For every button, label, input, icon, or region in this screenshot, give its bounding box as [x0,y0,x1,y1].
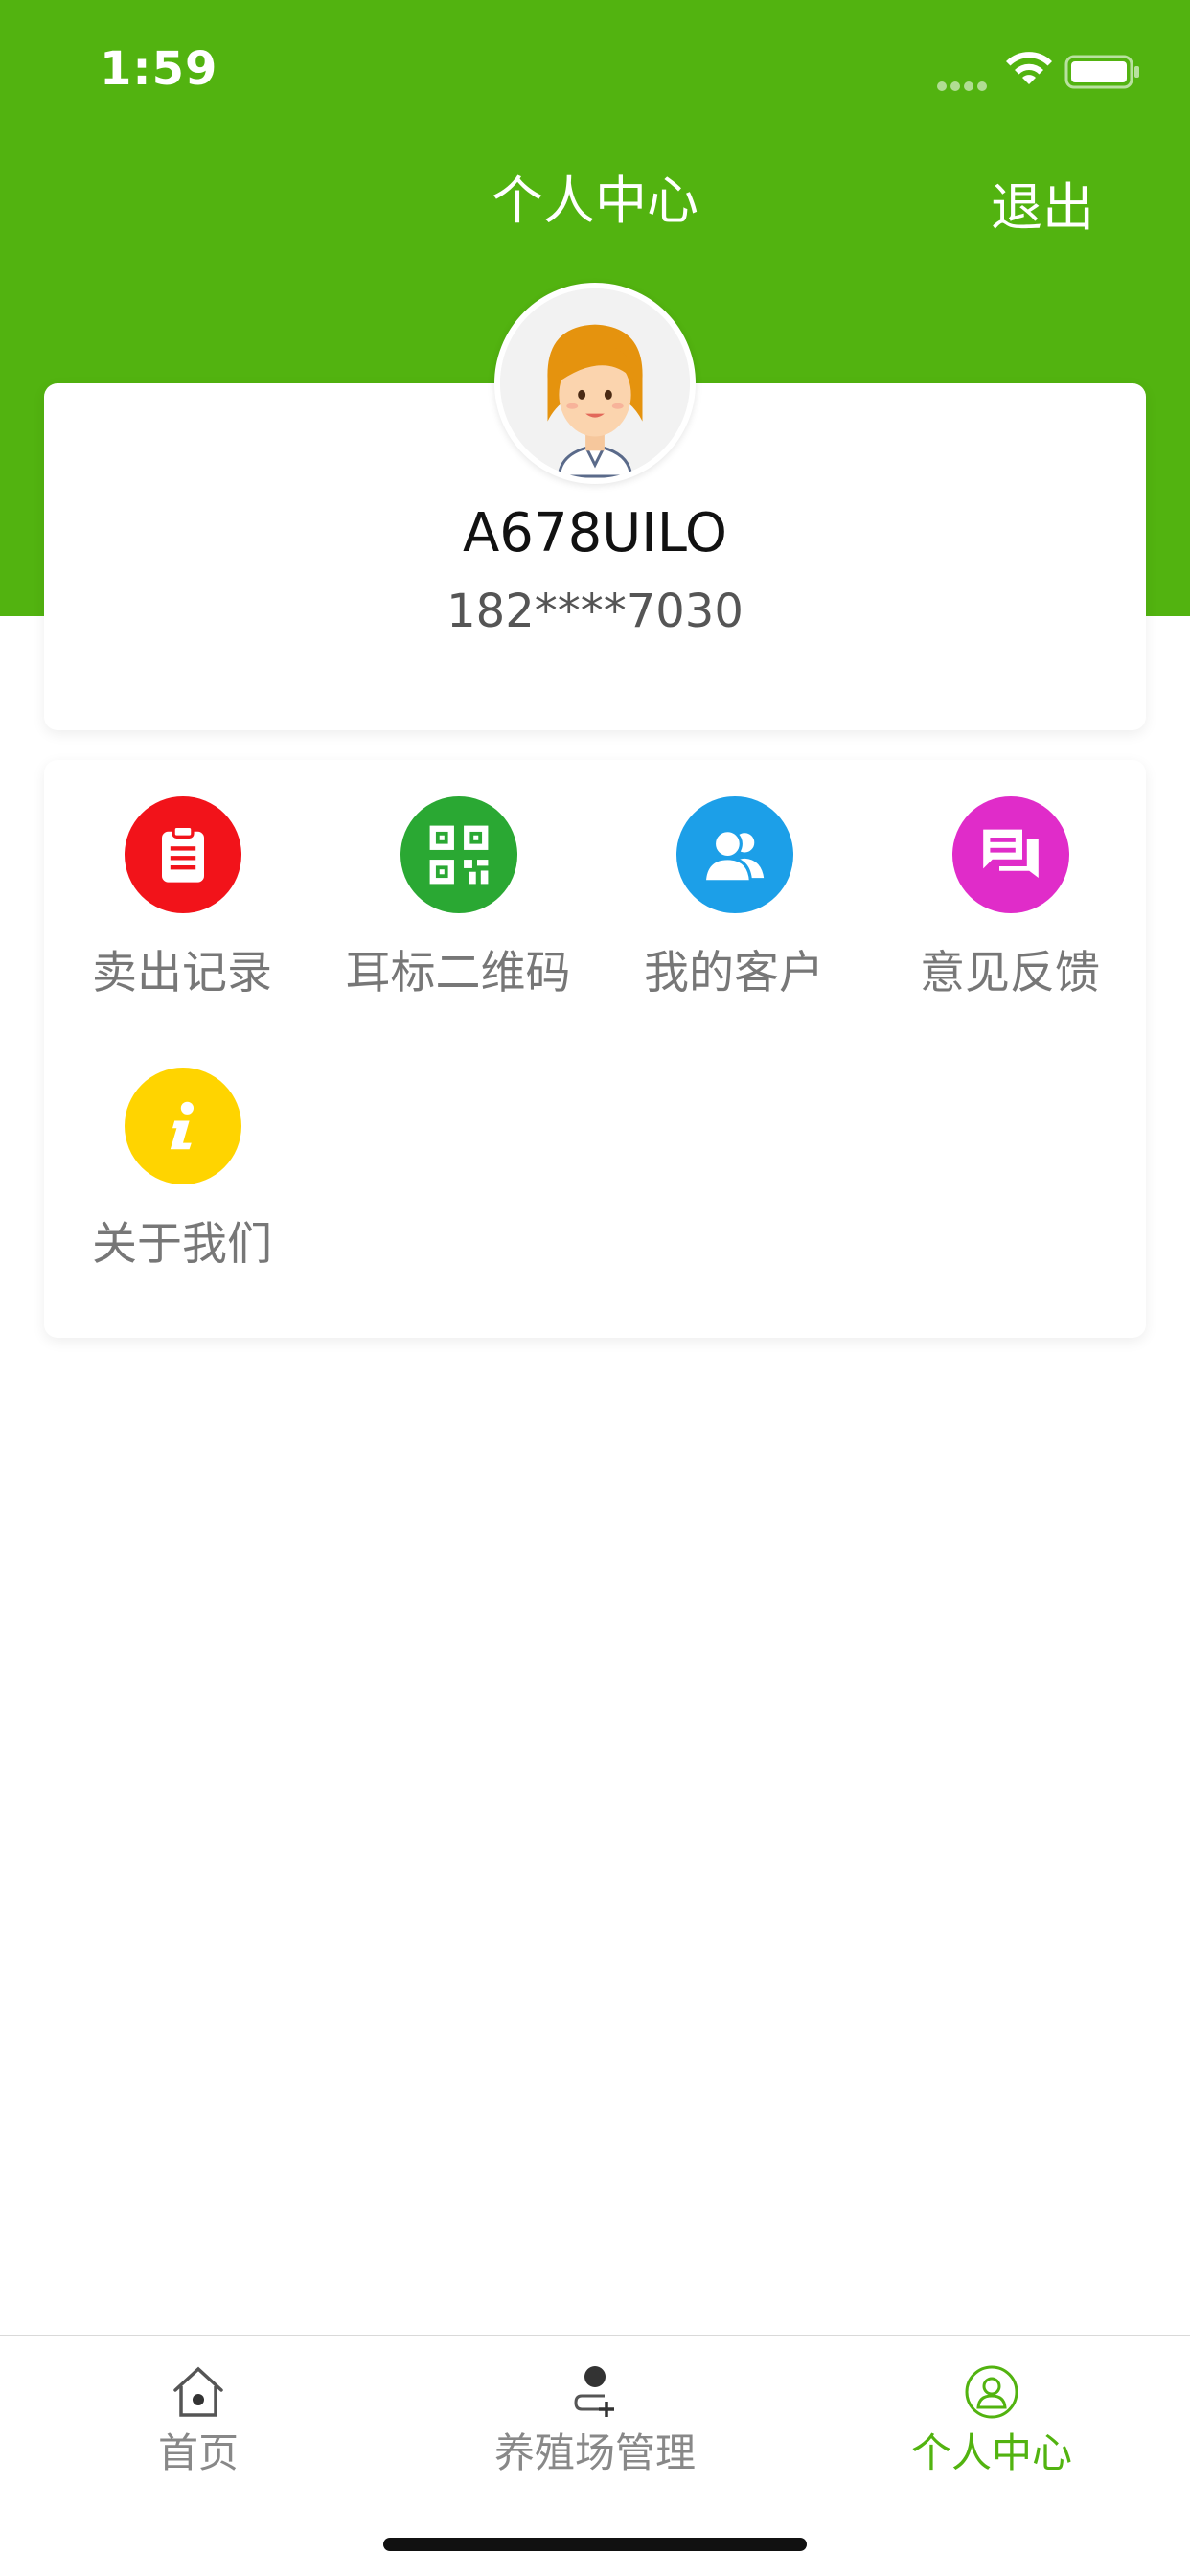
status-bar: 1:59 [0,0,1190,144]
home-indicator[interactable] [383,2538,807,2551]
menu-item-label: 关于我们 [92,1218,272,1271]
menu-item-sales-records[interactable]: 卖出记录 [44,760,320,1000]
home-icon [173,2366,223,2417]
menu-item-label: 耳标二维码 [345,947,571,1000]
battery-icon [1064,55,1139,89]
username: A678UILO [463,502,727,564]
tab-farm-management[interactable]: 养殖场管理 [397,2336,793,2528]
users-icon [676,796,793,913]
tab-label: 首页 [157,2429,239,2476]
clipboard-icon [125,796,241,913]
avatar[interactable] [494,283,696,484]
phone-number: 182****7030 [446,585,744,638]
menu-item-label: 意见反馈 [920,947,1100,1000]
menu-item-label: 我的客户 [644,947,824,1000]
menu-item-my-customers[interactable]: 我的客户 [596,760,872,1000]
profile-icon [965,2365,1018,2419]
menu-item-label: 卖出记录 [92,947,272,1000]
tab-label: 个人中心 [910,2429,1072,2476]
info-icon [125,1068,241,1184]
menu-item-about-us[interactable]: 关于我们 [44,1031,320,1271]
farm-management-icon [574,2366,614,2417]
wifi-icon [1006,52,1052,84]
qr-code-icon [400,796,517,913]
menu-item-ear-tag-qr[interactable]: 耳标二维码 [320,760,596,1000]
feedback-icon [952,796,1069,913]
tab-home[interactable]: 首页 [0,2336,397,2528]
menu-card: 卖出记录 耳标二维码 我的客户 意见反馈 关于我们 [44,760,1146,1338]
status-time: 1:59 [100,42,218,96]
logout-button[interactable]: 退出 [991,165,1094,241]
avatar-icon [500,288,690,478]
menu-item-feedback[interactable]: 意见反馈 [872,760,1148,1000]
cellular-signal-icon [937,77,991,95]
tab-label: 养殖场管理 [493,2429,696,2476]
tab-profile[interactable]: 个人中心 [793,2336,1190,2528]
